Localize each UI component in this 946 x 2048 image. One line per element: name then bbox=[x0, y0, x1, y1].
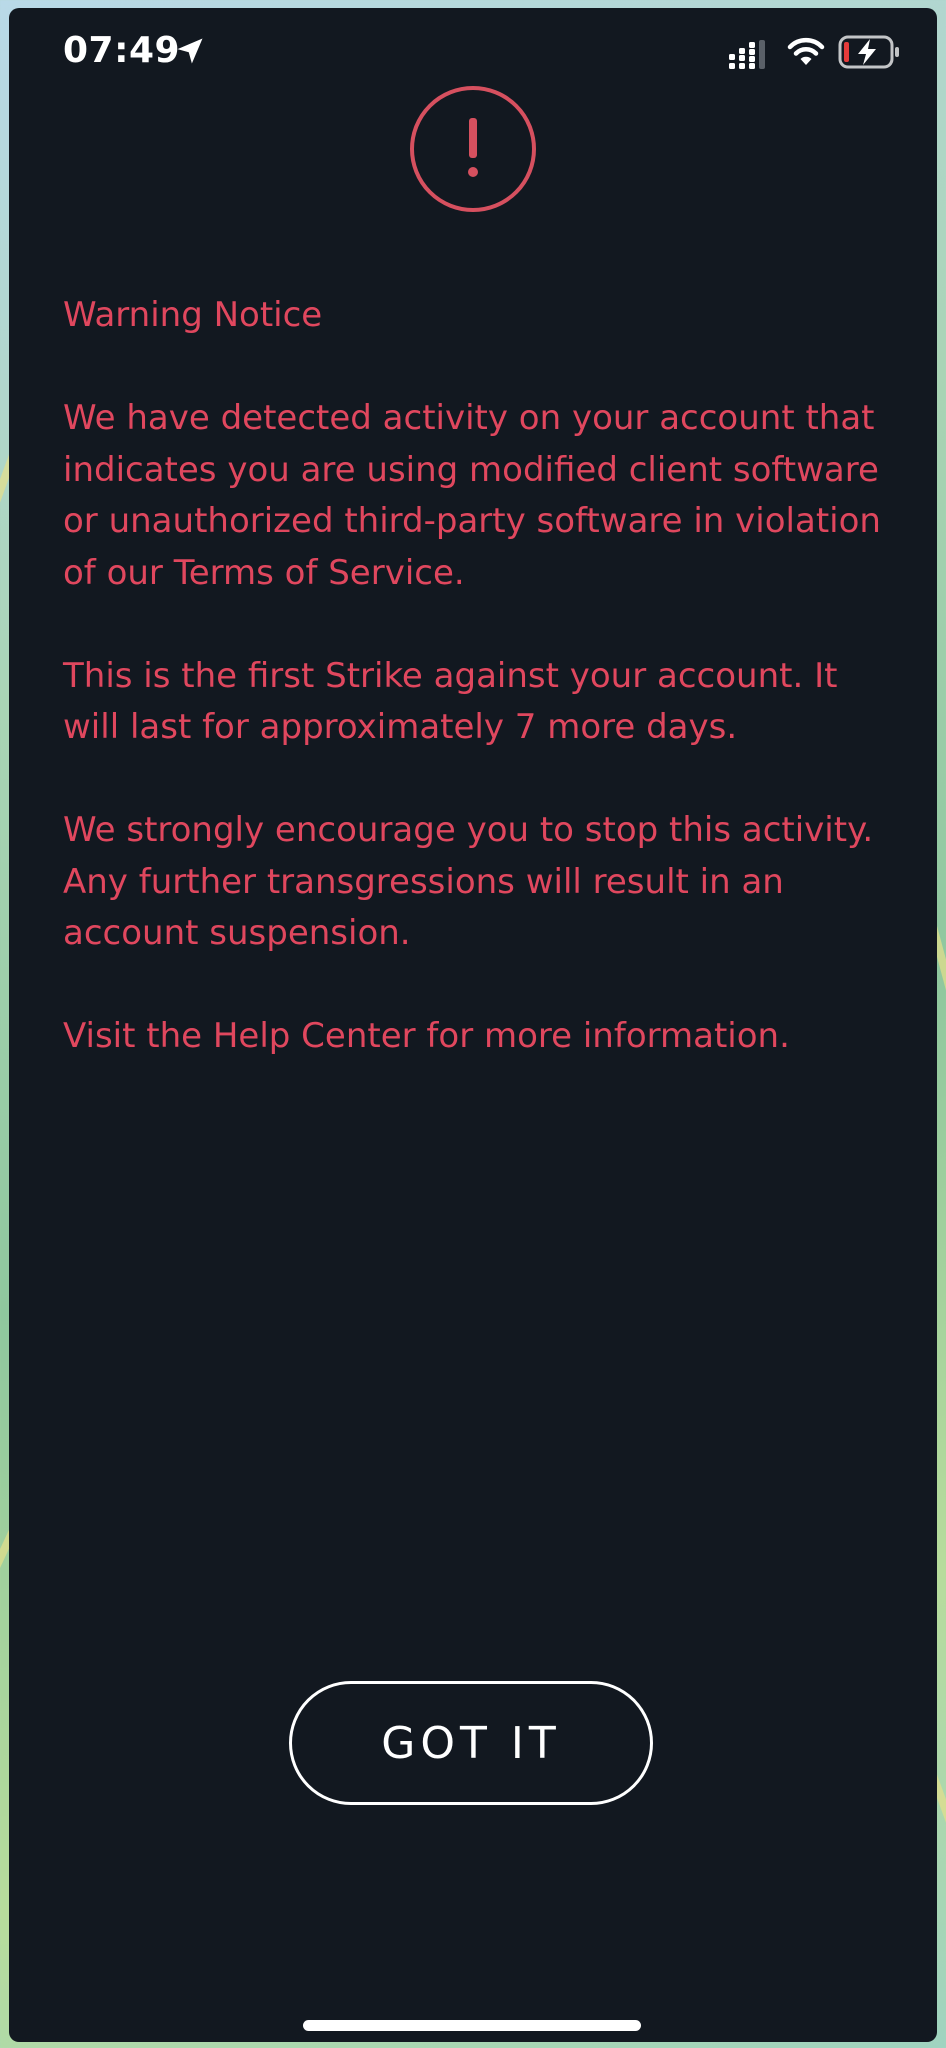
home-indicator[interactable] bbox=[303, 2020, 641, 2031]
exclamation-circle-icon bbox=[410, 86, 536, 212]
signal-icon bbox=[729, 40, 765, 69]
warning-dialog: 07:49 Warning Notice We have detected ac… bbox=[9, 8, 937, 2042]
status-time: 07:49 bbox=[63, 30, 181, 71]
battery-charging-icon bbox=[838, 35, 899, 69]
warning-title: Warning Notice bbox=[63, 295, 323, 335]
help-center-paragraph: Visit the Help Center for more informati… bbox=[63, 1016, 790, 1056]
warning-message: Warning Notice We have detected activity… bbox=[63, 290, 903, 1114]
warning-paragraph: We strongly encourage you to stop this a… bbox=[63, 810, 874, 953]
wifi-icon bbox=[787, 37, 825, 65]
got-it-button[interactable]: GOT IT bbox=[289, 1681, 653, 1805]
warning-paragraph: This is the first Strike against your ac… bbox=[63, 655, 838, 748]
location-arrow-icon bbox=[177, 38, 203, 64]
warning-paragraph: We have detected activity on your accoun… bbox=[63, 398, 881, 593]
